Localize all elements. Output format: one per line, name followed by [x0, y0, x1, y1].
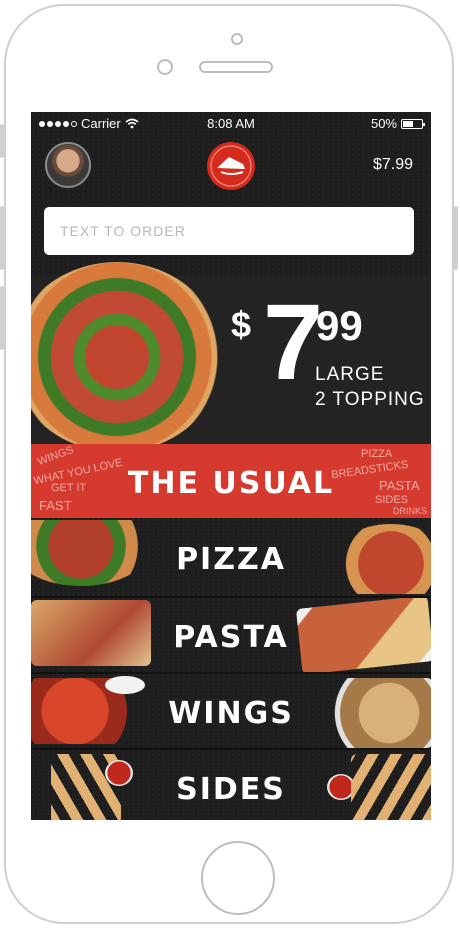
battery-icon: [401, 118, 425, 129]
status-bar: Carrier 8:08 AM 50%: [31, 112, 431, 134]
menu-item-label: THE USUAL: [127, 466, 335, 501]
menu-item-the-usual[interactable]: WINGS WHAT YOU LOVE GET IT FAST PIZZA BR…: [31, 444, 431, 518]
scribble-text: DRINKS: [393, 506, 428, 516]
scribble-text: WINGS: [36, 444, 76, 469]
earpiece-speaker: [199, 61, 273, 73]
avatar[interactable]: [45, 142, 91, 188]
pizza-hut-logo[interactable]: [207, 142, 255, 190]
mute-switch: [0, 124, 4, 158]
promo-price-cents: 99: [316, 302, 363, 349]
menu-item-wings[interactable]: WINGS: [31, 674, 431, 748]
promo-dollar-sign: $: [231, 304, 252, 345]
app-header: $7.99: [31, 134, 431, 198]
menu-item-label: WINGS: [168, 696, 294, 731]
home-button[interactable]: [201, 841, 275, 915]
text-to-order-input[interactable]: TEXT TO ORDER: [44, 207, 414, 255]
menu-item-label: SIDES: [176, 772, 286, 807]
battery-info: 50%: [370, 116, 425, 131]
pizza-image: [31, 262, 223, 452]
power-button: [454, 206, 458, 270]
dip-cup-image: [105, 676, 145, 694]
promo-banner[interactable]: $ 7 99 LARGE 2 TOPPING: [31, 262, 431, 452]
menu-item-label: PASTA: [173, 620, 289, 655]
volume-down-button: [0, 286, 4, 350]
menu-item-sides[interactable]: SIDES: [31, 750, 431, 820]
scribble-text: PIZZA: [361, 448, 393, 460]
battery-percent: 50%: [370, 116, 397, 131]
menu-item-pizza[interactable]: PIZZA: [31, 520, 431, 594]
volume-up-button: [0, 206, 4, 270]
menu-item-pasta[interactable]: PASTA: [31, 598, 431, 672]
promo-toppings: 2 TOPPING: [315, 389, 425, 410]
search-placeholder: TEXT TO ORDER: [60, 223, 186, 239]
app-screen: Carrier 8:08 AM 50% $7.99 TEXT TO ORDER: [31, 112, 431, 820]
pizza-hut-roof-icon: [210, 145, 252, 187]
promo-size: LARGE: [315, 364, 385, 385]
proximity-sensor: [157, 59, 173, 75]
cart-total[interactable]: $7.99: [373, 156, 413, 174]
menu-item-label: PIZZA: [176, 542, 286, 577]
front-camera: [231, 33, 243, 45]
